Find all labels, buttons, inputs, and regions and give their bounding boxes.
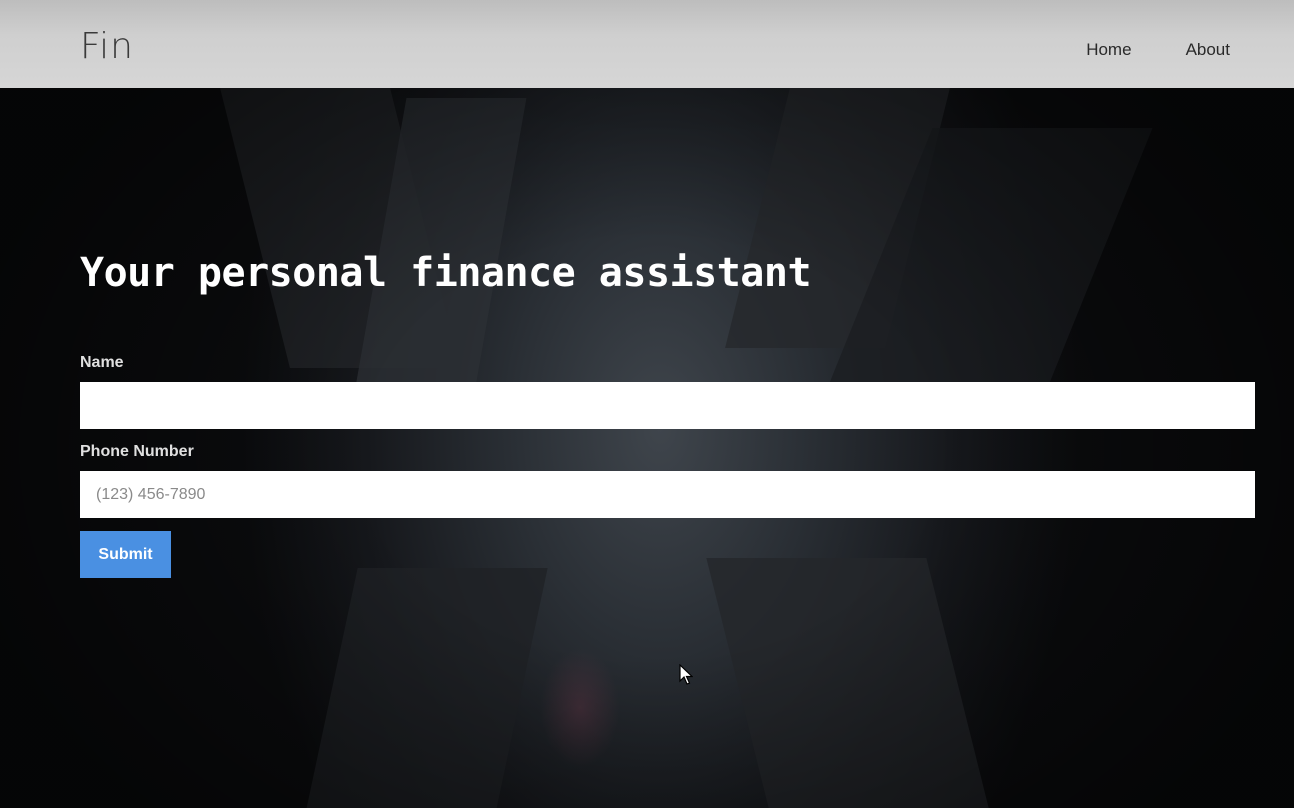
mouse-pointer-icon bbox=[679, 664, 693, 685]
page: Fin Home About Your personal finance ass… bbox=[0, 0, 1294, 808]
name-label: Name bbox=[80, 354, 124, 371]
site-header: Fin Home About bbox=[0, 0, 1294, 88]
signup-form: Name Phone Number Submit bbox=[80, 354, 1255, 578]
nav-link-about[interactable]: About bbox=[1186, 40, 1230, 60]
main-nav: Home About bbox=[1086, 40, 1230, 60]
phone-input[interactable] bbox=[80, 471, 1255, 518]
name-input[interactable] bbox=[80, 382, 1255, 429]
submit-button[interactable]: Submit bbox=[80, 531, 171, 578]
logo[interactable]: Fin bbox=[80, 26, 134, 67]
phone-label: Phone Number bbox=[80, 443, 194, 460]
hero-headline: Your personal finance assistant bbox=[80, 250, 812, 296]
nav-link-home[interactable]: Home bbox=[1086, 40, 1131, 60]
